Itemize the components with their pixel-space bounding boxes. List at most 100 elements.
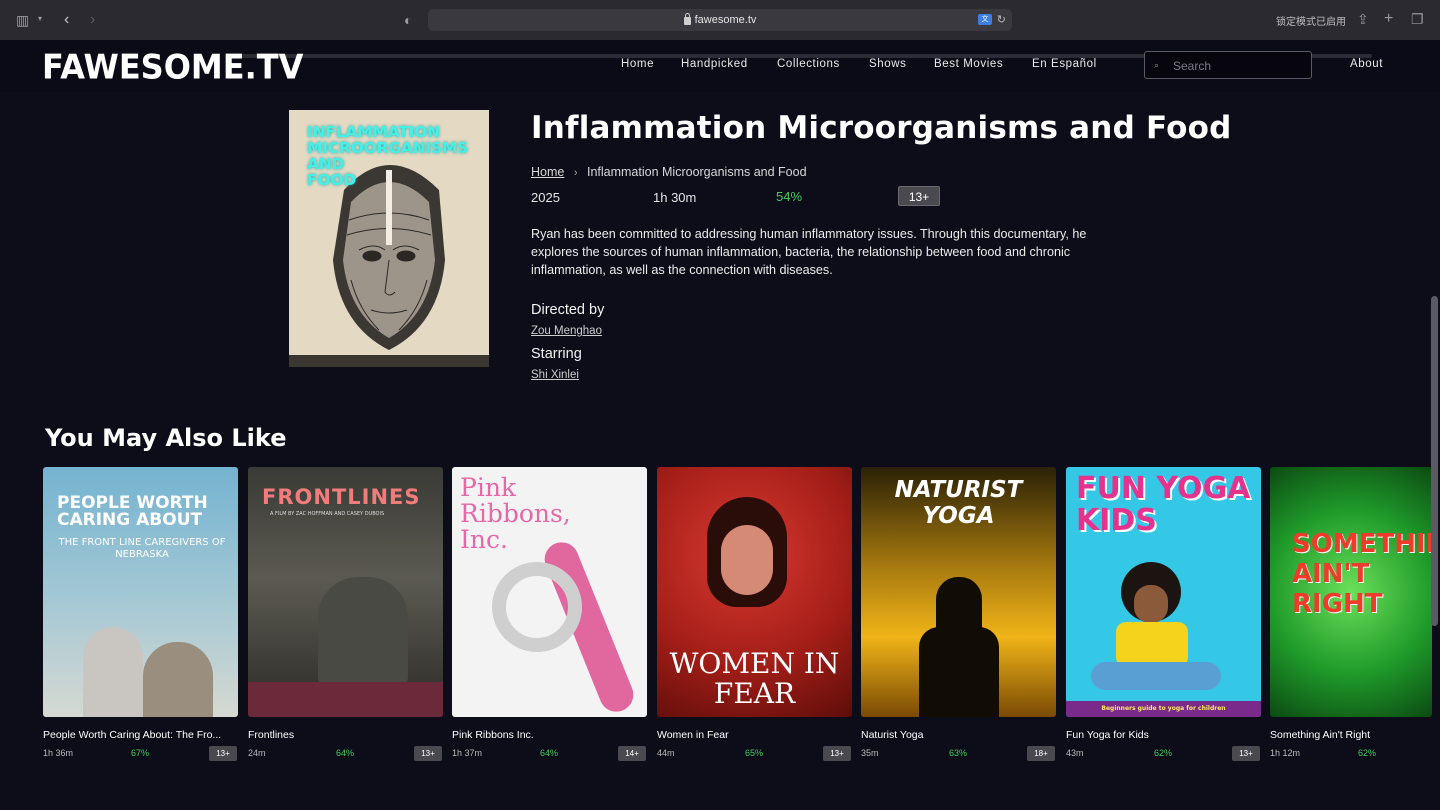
card-title[interactable]: Pink Ribbons Inc. — [452, 729, 647, 741]
card-title[interactable]: Frontlines — [248, 729, 443, 741]
poster-boulder — [318, 577, 408, 687]
movie-poster: INFLAMMATION MICROORGANISMS AND FOOD — [289, 110, 489, 367]
translate-icon[interactable]: 文 — [978, 14, 992, 25]
card-duration: 24m — [248, 748, 266, 758]
director-link[interactable]: Zou Menghao — [531, 325, 602, 337]
card-poster[interactable]: NATURIST YOGA — [861, 467, 1056, 717]
card-title[interactable]: Women in Fear — [657, 729, 852, 741]
poster-figure — [83, 627, 143, 717]
poster-title-line: MICROORGANISMS — [307, 139, 469, 157]
new-tab-icon[interactable]: + — [1384, 11, 1393, 27]
poster-text: FUN YOGA KIDS — [1076, 471, 1251, 538]
recommendation-card[interactable]: SOMETHING AIN'T RIGHT Something Ain't Ri… — [1270, 467, 1432, 767]
card-score: 65% — [745, 748, 764, 758]
share-icon[interactable]: ⇪ — [1357, 12, 1369, 26]
card-poster[interactable]: SOMETHING AIN'T RIGHT — [1270, 467, 1432, 717]
poster-text: NATURIST YOGA — [894, 477, 1023, 529]
nav-en-espanol[interactable]: En Español — [1032, 58, 1097, 70]
search-box[interactable]: ⌕ — [1144, 51, 1312, 79]
tab-overview-icon[interactable]: ❐ — [1411, 12, 1424, 26]
card-duration: 1h 37m — [452, 748, 483, 758]
recommendation-card[interactable]: FRONTLINES A FILM BY ZAC HOFFMAN AND CAS… — [248, 467, 443, 761]
audience-score: 54% — [776, 189, 803, 204]
lock-icon — [683, 13, 691, 25]
star-link[interactable]: Shi Xinlei — [531, 369, 579, 381]
duration: 1h 30m — [653, 190, 697, 205]
card-rating-badge: 13+ — [1232, 746, 1260, 761]
poster-legs-shape — [1091, 662, 1221, 690]
starring-label: Starring — [531, 346, 582, 362]
card-score: 64% — [540, 748, 559, 758]
privacy-shield-icon[interactable]: ◐ — [404, 13, 412, 27]
recommendation-card[interactable]: Pink Ribbons, Inc. Pink Ribbons Inc. 1h … — [452, 467, 647, 761]
poster-text: FRONTLINES — [262, 485, 421, 509]
poster-crash-pad — [248, 682, 443, 717]
poster-title-line: FOOD — [307, 171, 357, 189]
page-scrollbar[interactable] — [1431, 296, 1438, 626]
sidebar-toggle-icon[interactable]: ▥ — [16, 13, 29, 27]
card-duration: 43m — [1066, 748, 1084, 758]
card-poster[interactable]: PEOPLE WORTH CARING ABOUT THE FRONT LINE… — [43, 467, 238, 717]
card-score: 63% — [949, 748, 968, 758]
card-duration: 1h 12m — [1270, 748, 1301, 758]
poster-face-shape — [721, 525, 773, 595]
card-duration: 44m — [657, 748, 675, 758]
search-input[interactable] — [1173, 57, 1303, 75]
search-icon: ⌕ — [1154, 60, 1160, 70]
forward-icon[interactable]: › — [90, 12, 95, 28]
nav-handpicked[interactable]: Handpicked — [681, 58, 748, 70]
back-icon[interactable]: ‹ — [64, 12, 69, 28]
poster-silhouette-body — [919, 627, 999, 717]
nav-collections[interactable]: Collections — [777, 58, 840, 70]
lockdown-mode-label: 锁定模式已启用 — [1276, 17, 1346, 28]
ribbon-shadow-shape — [492, 562, 582, 652]
card-rating-badge: 13+ — [209, 746, 237, 761]
card-title[interactable]: Naturist Yoga — [861, 729, 1056, 741]
card-title[interactable]: Something Ain't Right — [1270, 729, 1430, 741]
card-rating-badge: 14+ — [618, 746, 646, 761]
breadcrumb-home-link[interactable]: Home — [531, 165, 564, 179]
card-score: 62% — [1358, 748, 1377, 758]
site-header: FAWESOME.TV Home Handpicked Collections … — [0, 40, 1440, 92]
poster-subtext: Beginners guide to yoga for children — [1101, 705, 1226, 712]
card-score: 67% — [131, 748, 150, 758]
chevron-right-icon: › — [573, 167, 578, 179]
reload-icon[interactable]: ↻ — [997, 13, 1006, 26]
nav-shows[interactable]: Shows — [869, 58, 907, 70]
address-bar[interactable]: fawesome.tv 文 ↻ — [428, 9, 1012, 31]
page-title: Inflammation Microorganisms and Food — [531, 110, 1232, 146]
poster-figure — [143, 642, 213, 717]
poster-text: PEOPLE WORTH CARING ABOUT — [57, 493, 208, 530]
card-title[interactable]: Fun Yoga for Kids — [1066, 729, 1261, 741]
poster-face-shape — [1134, 585, 1168, 623]
recommendations-title: You May Also Like — [45, 424, 287, 452]
poster-shirt-shape — [1116, 622, 1188, 667]
card-duration: 35m — [861, 748, 879, 758]
card-poster[interactable]: WOMEN IN FEAR — [657, 467, 852, 717]
recommendation-card[interactable]: WOMEN IN FEAR Women in Fear 44m 65% 13+ — [657, 467, 852, 761]
release-year: 2025 — [531, 190, 560, 205]
movie-description: Ryan has been committed to addressing hu… — [531, 227, 1087, 277]
nav-home[interactable]: Home — [621, 58, 654, 70]
card-score: 64% — [336, 748, 355, 758]
nav-about[interactable]: About — [1350, 58, 1383, 70]
nav-best-movies[interactable]: Best Movies — [934, 58, 1003, 70]
card-rating-badge: 18+ — [1027, 746, 1055, 761]
chevron-down-icon[interactable]: ▾ — [38, 15, 42, 23]
card-poster[interactable]: Pink Ribbons, Inc. — [452, 467, 647, 717]
recommendation-card[interactable]: FUN YOGA KIDS Beginners guide to yoga fo… — [1066, 467, 1261, 761]
poster-title-line: AND — [307, 155, 345, 173]
recommendation-card[interactable]: NATURIST YOGA Naturist Yoga 35m 63% 18+ — [861, 467, 1056, 761]
poster-title-line: INFLAMMATION — [307, 123, 440, 141]
card-rating-badge: 13+ — [414, 746, 442, 761]
card-title[interactable]: People Worth Caring About: The Fro... — [43, 729, 238, 741]
card-rating-badge: 13+ — [823, 746, 851, 761]
site-logo[interactable]: FAWESOME.TV — [42, 47, 303, 87]
age-rating-badge: 13+ — [898, 186, 940, 206]
breadcrumb-current: Inflammation Microorganisms and Food — [586, 165, 807, 179]
card-poster[interactable]: FUN YOGA KIDS Beginners guide to yoga fo… — [1066, 467, 1261, 717]
recommendation-card[interactable]: PEOPLE WORTH CARING ABOUT THE FRONT LINE… — [43, 467, 238, 761]
poster-text: WOMEN IN FEAR — [669, 647, 840, 710]
breadcrumb: Home › Inflammation Microorganisms and F… — [531, 165, 807, 179]
card-poster[interactable]: FRONTLINES A FILM BY ZAC HOFFMAN AND CAS… — [248, 467, 443, 717]
